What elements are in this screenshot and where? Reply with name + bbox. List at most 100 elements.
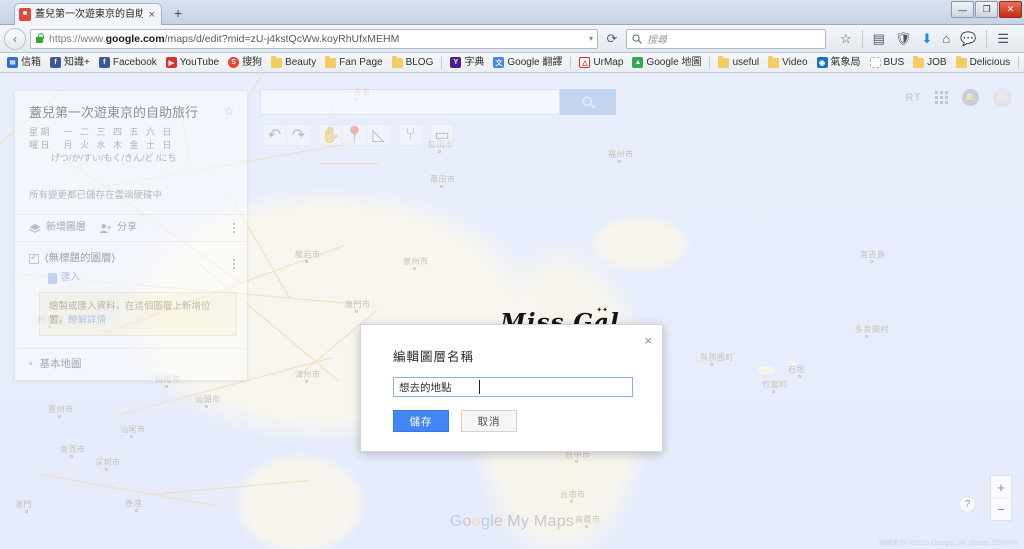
- layer-hint-box: 繪製或匯入資料，在這個圖層上新增位 置。瞭解詳情: [39, 292, 237, 336]
- minimize-button[interactable]: —: [951, 1, 974, 18]
- map-city-dot: [438, 150, 441, 153]
- sidebar-actions: 新增圖層 分享: [15, 214, 247, 241]
- map-city-dot: [865, 335, 868, 338]
- clipboard-icon[interactable]: ▤: [873, 31, 885, 46]
- bookmark-Google 翻譯[interactable]: 文 Google 翻譯: [489, 56, 566, 70]
- close-window-button[interactable]: ✕: [999, 1, 1022, 18]
- bookmark-UrMap[interactable]: △ UrMap: [575, 56, 627, 70]
- base-map-row[interactable]: ▾ 基本地圖: [15, 348, 247, 380]
- browser-toolbar-icons: ☆ ▤ 🛡 ⬇ ⌂ 💬 ☰: [840, 29, 1009, 48]
- folder-icon: [913, 55, 925, 68]
- chevron-down-icon[interactable]: ▾: [589, 34, 593, 43]
- layer-checkbox[interactable]: [29, 252, 39, 264]
- redo-icon[interactable]: ↷: [286, 124, 310, 146]
- bookmark-label: Delicious: [969, 56, 1011, 68]
- layer-title-row[interactable]: (無標題的圖層): [29, 252, 233, 265]
- close-icon[interactable]: ×: [644, 334, 652, 347]
- map-city-dot: [135, 509, 138, 512]
- mail-icon: ✉: [7, 57, 18, 68]
- polyline-icon[interactable]: ◺: [366, 124, 390, 146]
- home-icon[interactable]: ⌂: [942, 31, 950, 46]
- star-icon[interactable]: ☆: [223, 104, 234, 118]
- logo-letter-o2: o: [471, 513, 481, 530]
- map-search-button[interactable]: [560, 89, 616, 115]
- bookmark-Facebook[interactable]: f Facebook: [95, 56, 161, 70]
- close-icon[interactable]: ×: [147, 9, 157, 21]
- bookmark-Fan Page[interactable]: Fan Page: [321, 55, 386, 70]
- marker-icon[interactable]: 📍: [342, 124, 366, 146]
- bookmark-useful[interactable]: useful: [714, 55, 763, 70]
- bookmark-Beauty[interactable]: Beauty: [267, 55, 320, 70]
- avatar[interactable]: [993, 88, 1012, 107]
- download-icon[interactable]: ⬇: [921, 31, 932, 46]
- bookmark-YouTube[interactable]: ▶ YouTube: [162, 56, 223, 70]
- cancel-button[interactable]: 取消: [461, 410, 517, 432]
- map-city-dot: [70, 455, 73, 458]
- map-city-dot: [710, 363, 713, 366]
- reload-button[interactable]: ⟳: [602, 29, 622, 49]
- shield-icon[interactable]: 🛡: [895, 31, 912, 46]
- weather-icon: ◉: [816, 57, 828, 68]
- browser-search-input[interactable]: 搜尋: [626, 28, 826, 49]
- bookmark-BUS[interactable]: BUS: [866, 56, 909, 70]
- address-bar[interactable]: https://www.google.com/maps/d/edit?mid=z…: [30, 28, 598, 49]
- ruler-icon[interactable]: ▭: [430, 124, 454, 146]
- map-city-dot: [798, 375, 801, 378]
- dialog-buttons: 儲存 取消: [393, 410, 517, 432]
- hand-icon[interactable]: ✋: [318, 124, 342, 146]
- facebook-icon: f: [98, 57, 110, 68]
- map-search-input[interactable]: [260, 89, 560, 115]
- zoom-in-button[interactable]: +: [991, 476, 1011, 498]
- map-city-dot: [618, 160, 621, 163]
- map-island: [758, 366, 774, 375]
- save-button[interactable]: 儲存: [393, 410, 449, 432]
- map-city-dot: [870, 260, 873, 263]
- help-button[interactable]: ?: [959, 496, 976, 513]
- bookmark-label: useful: [732, 56, 760, 68]
- bookmark-label: Beauty: [285, 56, 317, 68]
- logo-letter-e: e: [494, 513, 504, 530]
- bookmark-信箱[interactable]: ✉ 信箱: [3, 56, 45, 70]
- bell-icon[interactable]: 🔔: [962, 89, 979, 106]
- layer-name-input[interactable]: [393, 377, 633, 397]
- bookmark-知識+[interactable]: f 知識+: [46, 56, 94, 70]
- blank-icon: [869, 57, 881, 68]
- star-icon[interactable]: ☆: [840, 31, 852, 46]
- map-city-dot: [305, 260, 308, 263]
- share-button[interactable]: 分享: [100, 222, 137, 234]
- bookmark-Delicious[interactable]: Delicious: [952, 55, 1015, 70]
- zoom-out-button[interactable]: −: [991, 498, 1011, 520]
- directions-icon[interactable]: ⑂: [398, 124, 422, 146]
- add-layer-button[interactable]: 新增圖層: [29, 222, 86, 234]
- bookmark-搜狗[interactable]: S 搜狗: [224, 56, 266, 70]
- undo-icon[interactable]: ↶: [262, 124, 286, 146]
- bookmark-字典[interactable]: Y 字典: [446, 56, 488, 70]
- search-placeholder: 搜尋: [647, 35, 667, 46]
- bookmark-separator: [1018, 56, 1020, 69]
- bookmark-Video[interactable]: Video: [764, 55, 811, 70]
- sparkle-icon: ✦✦: [596, 307, 608, 314]
- hamburger-menu-icon[interactable]: ☰: [997, 31, 1009, 46]
- import-button[interactable]: 匯入: [48, 272, 233, 284]
- sidebar-subtitle: 星期 一 二 三 四 五 六 日 曜日 月 火 水 木 金 土 日 げつ/か/す…: [29, 126, 233, 165]
- bookmark-氣象局[interactable]: ◉ 氣象局: [813, 56, 865, 70]
- back-button[interactable]: ‹: [4, 27, 26, 50]
- learn-more-link[interactable]: 瞭解詳情: [68, 315, 106, 326]
- chat-icon[interactable]: 💬: [960, 31, 976, 46]
- bookmark-JOB[interactable]: JOB: [909, 55, 950, 70]
- new-tab-button[interactable]: +: [174, 6, 182, 20]
- browser-tab[interactable]: 蓋兒第一次遊東京的自助... ×: [14, 3, 162, 25]
- google-my-maps-logo: Google My Maps: [450, 513, 574, 531]
- apps-grid-icon[interactable]: [935, 91, 948, 104]
- folder-icon: [325, 55, 337, 68]
- zoom-controls: + −: [990, 475, 1012, 521]
- map-label: 深圳市: [95, 458, 121, 467]
- chevron-down-icon[interactable]: ▾: [29, 360, 33, 370]
- kebab-menu-icon[interactable]: [233, 223, 235, 233]
- bookmark-BLOG[interactable]: BLOG: [388, 55, 438, 70]
- layer-kebab-menu-icon[interactable]: [233, 259, 235, 269]
- bookmark-Google 地圖[interactable]: ▲ Google 地圖: [628, 56, 705, 70]
- maximize-button[interactable]: ❐: [975, 1, 998, 18]
- folder-icon: [768, 55, 780, 68]
- bookmark-label: 知識+: [64, 56, 90, 68]
